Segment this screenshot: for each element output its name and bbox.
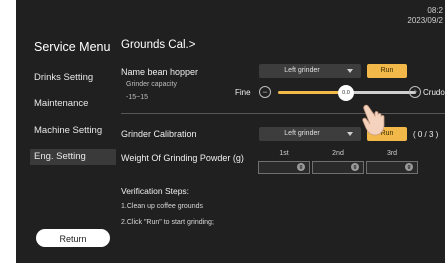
weight-col-2nd: 2nd bbox=[332, 150, 344, 157]
hopper-select[interactable]: Left grinder bbox=[259, 64, 361, 78]
verification-step-2: 2.Click "Run" to start grinding; bbox=[121, 219, 214, 226]
gram-unit-icon: g bbox=[351, 163, 359, 171]
capacity-label: Grinder capacity bbox=[126, 81, 177, 88]
fine-label: Fine bbox=[235, 88, 251, 97]
sidebar-item-drinks-setting[interactable]: Drinks Setting bbox=[30, 70, 116, 86]
weight-input-2nd[interactable]: g bbox=[312, 161, 364, 174]
verification-title: Verification Steps: bbox=[121, 186, 190, 196]
sidebar-title: Service Menu bbox=[34, 40, 111, 54]
sidebar-item-eng-setting[interactable]: Eng. Setting bbox=[30, 149, 116, 165]
weight-col-3rd: 3rd bbox=[386, 150, 398, 157]
coarse-label: Crudo bbox=[423, 88, 445, 97]
weight-input-1st[interactable]: g bbox=[258, 161, 310, 174]
gram-unit-icon: g bbox=[405, 163, 413, 171]
hopper-select-value: Left grinder bbox=[284, 67, 320, 74]
clock-time: 08:2 bbox=[427, 6, 443, 15]
gram-unit-icon: g bbox=[297, 163, 305, 171]
slider-knob[interactable]: 0.0 bbox=[338, 85, 354, 101]
capacity-range: -15~15 bbox=[126, 94, 148, 101]
return-button[interactable]: Return bbox=[36, 229, 110, 247]
service-screen: 08:2 2023/09/2 Service Menu Drinks Setti… bbox=[16, 0, 445, 263]
calibration-progress: ( 0 / 3 ) bbox=[413, 130, 439, 139]
chevron-down-icon bbox=[347, 69, 353, 73]
sidebar-item-label: Drinks Setting bbox=[34, 72, 94, 83]
sidebar-item-label: Machine Setting bbox=[34, 125, 103, 136]
page-title: Grounds Cal.> bbox=[121, 39, 196, 51]
hopper-label: Name bean hopper bbox=[121, 67, 199, 77]
sidebar-item-label: Eng. Setting bbox=[34, 151, 86, 162]
section-divider bbox=[121, 113, 445, 114]
slider-track-empty[interactable] bbox=[353, 91, 416, 94]
weight-input-3rd[interactable]: g bbox=[366, 161, 418, 174]
weight-col-1st: 1st bbox=[279, 150, 289, 157]
status-clock: 08:2 2023/09/2 bbox=[407, 6, 443, 26]
calibration-select[interactable]: Left grinder bbox=[259, 127, 361, 141]
decrease-button[interactable]: − bbox=[259, 86, 271, 98]
calibration-label: Grinder Calibration bbox=[121, 129, 197, 139]
clock-date: 2023/09/2 bbox=[407, 16, 443, 25]
chevron-down-icon bbox=[347, 132, 353, 136]
increase-button[interactable]: + bbox=[409, 86, 421, 98]
pointing-hand-icon bbox=[362, 104, 385, 136]
sidebar-item-machine-setting[interactable]: Machine Setting bbox=[30, 123, 116, 139]
verification-step-1: 1.Clean up coffee grounds bbox=[121, 203, 203, 210]
page-margin bbox=[0, 0, 16, 263]
weight-label: Weight Of Grinding Powder (g) bbox=[121, 153, 244, 163]
sidebar-item-label: Maintenance bbox=[34, 98, 89, 109]
sidebar-item-maintenance[interactable]: Maintenance bbox=[30, 96, 116, 112]
hopper-run-button[interactable]: Run bbox=[367, 64, 407, 78]
calibration-select-value: Left grinder bbox=[284, 130, 320, 137]
